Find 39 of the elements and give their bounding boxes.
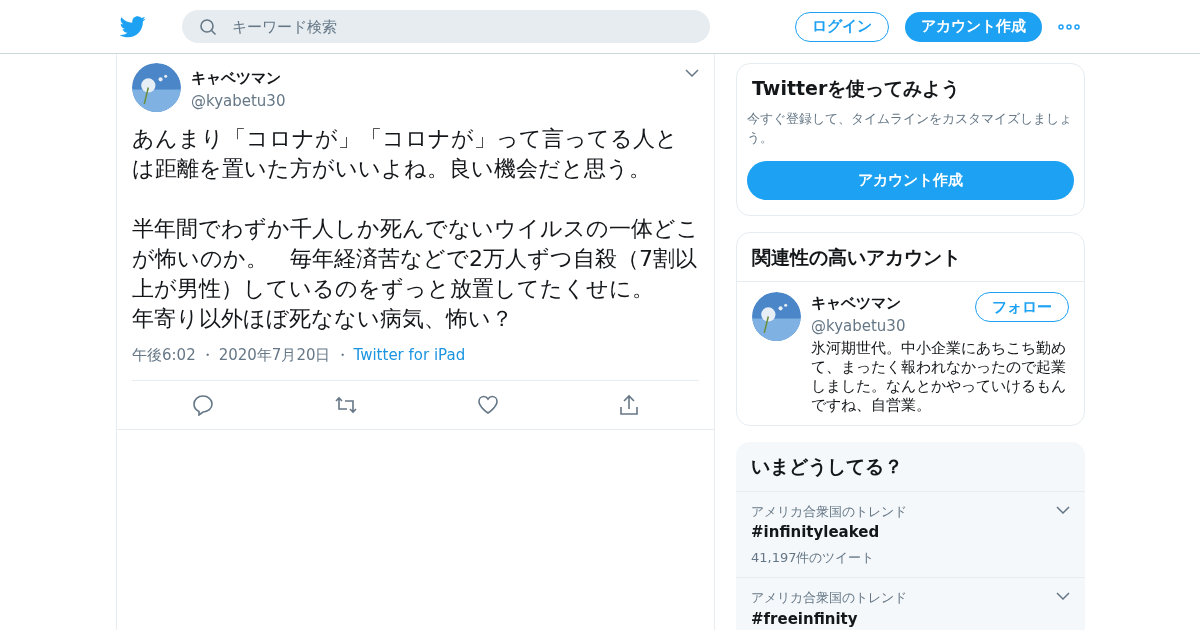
avatar: [132, 63, 181, 112]
avatar: [752, 292, 801, 341]
trend-item[interactable]: アメリカ合衆国のトレンド #freeinfinity: [736, 578, 1085, 630]
card-text: 今すぐ登録して、タイムラインをカスタマイズしましょう。: [747, 109, 1073, 147]
tweet-text: 年寄り以外ほぼ死なない病気、怖い？: [132, 305, 514, 333]
user-name[interactable]: キャベツマン: [811, 292, 906, 315]
card-title: Twitterを使ってみよう: [751, 76, 962, 101]
separator-dot: ・: [199, 345, 215, 366]
tweet-text: 半年間でわずか千人しか死んでないウイルスの一体どこが怖いのか。 毎年経済苦などで2万人ずつ自殺（7割以上が男性）しているのをずっと放置してたくせに。: [132, 215, 699, 303]
share-icon[interactable]: [619, 393, 640, 416]
tweet-text: あんまり「コロナが」「コロナが」って言ってる人とは距離を置いた方がいいよね。良い機会だと思う。: [132, 125, 679, 183]
user-name[interactable]: キャベツマン: [191, 67, 675, 90]
chevron-icon[interactable]: [1056, 505, 1070, 514]
search-icon: [199, 18, 217, 36]
trend-tag: #infinityleaked: [751, 521, 1056, 544]
user-handle: @kyabetu30: [191, 90, 287, 112]
chevron-icon[interactable]: [685, 69, 699, 77]
trend-tag: #freeinfinity: [751, 607, 1056, 630]
signup-button[interactable]: アカウント作成: [905, 11, 1042, 42]
tweet-time: 午後6:02: [132, 345, 196, 366]
chevron-icon[interactable]: [1056, 592, 1070, 600]
more-icon[interactable]: [1058, 23, 1080, 30]
reply-icon[interactable]: [191, 393, 214, 416]
tweet-date: 2020年7月20日: [218, 345, 331, 366]
heart-icon[interactable]: [477, 394, 500, 415]
bird-logo-icon[interactable]: [120, 15, 146, 38]
tweet-count: 41,197件のツイート: [751, 548, 876, 567]
trend-item[interactable]: アメリカ合衆国のトレンド #infinityleaked 41,197件のツイート: [736, 491, 1085, 578]
user-handle: @kyabetu30: [811, 315, 906, 337]
trend-context: アメリカ合衆国のトレンド: [751, 589, 908, 607]
card-title: いまどうしてる？: [736, 442, 1085, 492]
card-title: 関連性の高いアカウント: [737, 232, 1084, 282]
retweet-icon[interactable]: [333, 394, 358, 415]
user-bio: 氷河期世代。中小企業にあちこち勤めて、まったく報われなかったので起業しました。なんとかやっていけるもんですね、自営業。: [811, 339, 1067, 415]
separator-dot: ・: [334, 345, 350, 366]
search-field[interactable]: キーワード検索: [182, 10, 710, 43]
trend-context: アメリカ合衆国のトレンド: [751, 502, 908, 521]
signup-button[interactable]: アカウント作成: [747, 160, 1074, 200]
source-link[interactable]: Twitter for iPad: [353, 344, 466, 367]
